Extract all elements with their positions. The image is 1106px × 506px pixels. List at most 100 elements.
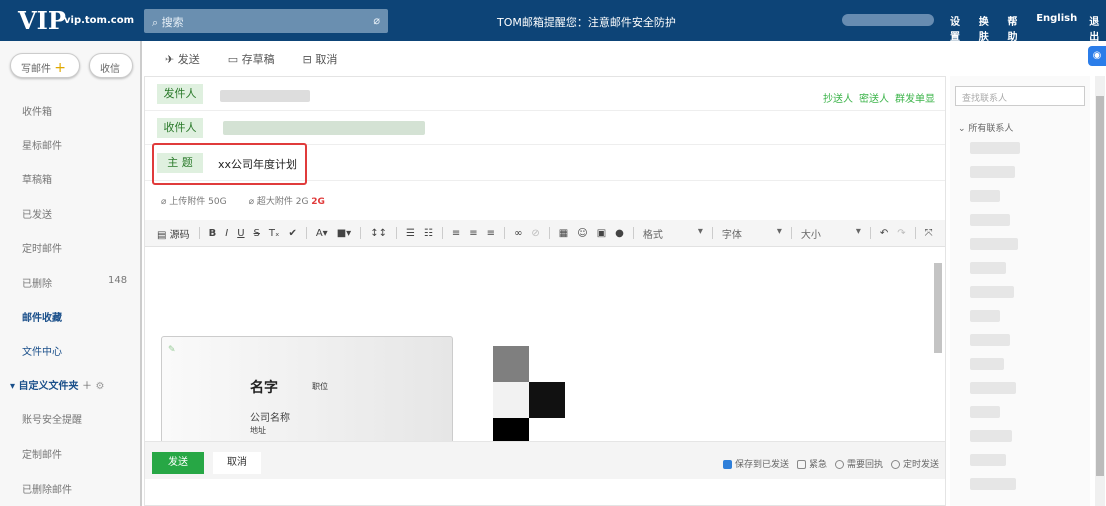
nav-logout[interactable]: 退出 (1089, 13, 1106, 43)
upload-attachment-link[interactable]: ⌀ 上传附件 50G (161, 194, 227, 207)
contact-search-input[interactable]: 查找联系人 (955, 86, 1085, 106)
contact-item[interactable] (970, 190, 1000, 202)
italic-icon[interactable]: I (225, 228, 228, 239)
search-input[interactable]: ⌕ 搜索 ⌀ (144, 9, 388, 33)
emoji-icon[interactable]: ☺ (577, 228, 587, 239)
contact-item[interactable] (970, 166, 1015, 178)
sidebar-item-starred[interactable]: 星标邮件 (22, 137, 62, 152)
align-right-icon[interactable]: ≡ (487, 228, 495, 239)
unlink-icon[interactable]: ⊘ (531, 228, 539, 239)
save-sent-checkbox[interactable]: 保存到已发送 (722, 457, 789, 470)
fullscreen-icon[interactable]: ⤧ (925, 228, 933, 239)
deleted-count: 148 (108, 275, 128, 286)
image-icon[interactable]: ▣ (597, 228, 606, 239)
format-select[interactable]: 格式 ▾ (643, 226, 703, 241)
sidebar-item-favorites[interactable]: 邮件收藏 (22, 309, 62, 324)
editor-toolbar: ▤ 源码 BIUS Tₓ ✔ A▾ ■▾ ↕↕ ☰ ☷ ≡ ≡ ≡ ∞ ⊘ ▦ ☺ ▣ ● 格式 … (145, 220, 945, 247)
signature-icon[interactable]: ● (615, 228, 624, 239)
contact-item[interactable] (970, 430, 1012, 442)
align-left-icon[interactable]: ≡ (452, 228, 460, 239)
sidebar-item-drafts[interactable]: 草稿箱 (22, 171, 52, 186)
bg-color-icon[interactable]: ■▾ (337, 228, 351, 239)
align-center-icon[interactable]: ≡ (469, 228, 477, 239)
folder-group-toggle[interactable]: ▾ 自定义文件夹 ＋ ⚙ (10, 377, 104, 392)
contact-group-label: 所有联系人 (968, 124, 1014, 134)
receive-button[interactable]: 收信 (89, 53, 133, 78)
contact-item[interactable] (970, 142, 1020, 154)
ordered-list-icon[interactable]: ☰ (406, 228, 415, 239)
draft-label: 存草稿 (241, 53, 275, 66)
logo[interactable]: VIP (18, 6, 66, 35)
font-select[interactable]: 字体 ▾ (722, 226, 782, 241)
user-account[interactable] (842, 14, 934, 26)
line-height-icon[interactable]: ↕↕ (370, 228, 387, 239)
big-attachment-link[interactable]: ⌀ 超大附件 2G 2G (249, 194, 325, 207)
send-button[interactable]: 发送 (152, 452, 204, 474)
undo-icon[interactable]: ↶ (880, 228, 888, 239)
chat-icon[interactable]: ◉ (1088, 46, 1106, 66)
contact-item[interactable] (970, 334, 1010, 346)
draft-icon: ▭ (227, 53, 239, 66)
send-icon: ✈ (165, 53, 175, 66)
contact-item[interactable] (970, 406, 1000, 418)
source-button[interactable]: ▤ 源码 (157, 226, 190, 241)
editor-scrollbar[interactable] (933, 249, 943, 439)
scheduled-label: 定时发送 (902, 460, 939, 470)
contacts-scrollbar[interactable] (1095, 76, 1105, 506)
contact-item[interactable] (970, 454, 1006, 466)
link-icon[interactable]: ∞ (514, 228, 522, 239)
subject-highlight (152, 143, 307, 185)
save-draft-button[interactable]: ▭ 存草稿 (228, 51, 275, 67)
sidebar: 写邮件 + 收信 收件箱 星标邮件 草稿箱 已发送 定时邮件 已删除 148 邮… (0, 41, 142, 506)
cc-link[interactable]: 抄送人 (823, 90, 853, 105)
font-color-icon[interactable]: A▾ (316, 228, 328, 239)
nav-settings[interactable]: 设置 (950, 13, 967, 43)
cancel-toolbar-button[interactable]: ⊟ 取消 (303, 51, 338, 67)
to-label: 收件人 (157, 118, 203, 138)
receipt-checkbox[interactable]: 需要回执 (834, 457, 883, 470)
contact-item[interactable] (970, 286, 1014, 298)
sidebar-item-scheduled[interactable]: 定时邮件 (22, 240, 62, 255)
urgent-checkbox[interactable]: 紧急 (796, 457, 827, 470)
nav-help[interactable]: 帮助 (1007, 13, 1024, 43)
group-send-link[interactable]: 群发单显 (895, 90, 935, 105)
compose-button[interactable]: 写邮件 + (10, 53, 80, 78)
redo-icon[interactable]: ↷ (897, 228, 905, 239)
folder-item[interactable]: 账号安全提醒 (22, 411, 82, 426)
nav-english[interactable]: English (1036, 13, 1077, 43)
cancel-button[interactable]: 取消 (213, 452, 261, 474)
format-painter-icon[interactable]: ✔ (288, 228, 296, 239)
underline-icon[interactable]: U (237, 228, 244, 239)
search-placeholder: 搜索 (161, 16, 184, 29)
contact-item[interactable] (970, 262, 1006, 274)
clear-format-icon[interactable]: Tₓ (269, 228, 280, 239)
signature-edit-icon[interactable]: ✎ (168, 345, 176, 355)
sidebar-item-inbox[interactable]: 收件箱 (22, 103, 52, 118)
settings-icon[interactable]: ⚙ (95, 381, 104, 392)
contact-item[interactable] (970, 310, 1000, 322)
scheduled-checkbox[interactable]: 定时发送 (890, 457, 939, 470)
folder-item[interactable]: 定制邮件 (22, 446, 62, 461)
table-icon[interactable]: ▦ (559, 228, 568, 239)
size-select[interactable]: 大小 ▾ (801, 226, 861, 241)
add-folder-icon[interactable]: ＋ (82, 381, 92, 392)
strikethrough-icon[interactable]: S (254, 228, 260, 239)
contact-item[interactable] (970, 238, 1018, 250)
folder-group-label: 自定义文件夹 (18, 381, 79, 392)
bcc-link[interactable]: 密送人 (859, 90, 889, 105)
contact-item[interactable] (970, 478, 1016, 490)
nav-skin[interactable]: 换肤 (979, 13, 996, 43)
from-address[interactable] (220, 90, 310, 102)
contact-item[interactable] (970, 358, 1004, 370)
sidebar-item-files[interactable]: 文件中心 (22, 343, 62, 358)
folder-item[interactable]: 已删除邮件 (22, 481, 72, 496)
to-input[interactable] (223, 121, 425, 135)
sidebar-item-sent[interactable]: 已发送 (22, 206, 52, 221)
send-toolbar-button[interactable]: ✈ 发送 (165, 51, 200, 67)
contact-item[interactable] (970, 382, 1016, 394)
contact-item[interactable] (970, 214, 1010, 226)
contact-group-all[interactable]: ⌄ 所有联系人 (958, 121, 1013, 134)
bold-icon[interactable]: B (209, 228, 217, 239)
unordered-list-icon[interactable]: ☷ (424, 228, 433, 239)
sidebar-item-deleted[interactable]: 已删除 (22, 275, 52, 290)
